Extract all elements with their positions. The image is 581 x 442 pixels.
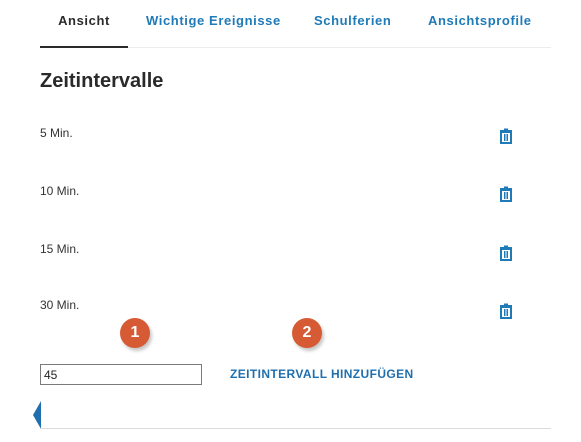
tab-schulferien[interactable]: Schulferien [314,13,391,48]
tab-ansicht[interactable]: Ansicht [40,13,128,48]
add-interval-button[interactable]: ZEITINTERVALL HINZUFÜGEN [230,367,414,381]
delete-interval-button[interactable] [498,303,514,319]
trash-icon [498,128,514,144]
delete-interval-button[interactable] [498,128,514,144]
settings-panel: Ansicht Wichtige Ereignisse Schulferien … [0,0,581,442]
section-title: Zeitintervalle [40,70,164,92]
chevron-left-icon[interactable] [33,401,41,429]
tab-bar: Ansicht Wichtige Ereignisse Schulferien … [40,0,551,48]
tab-ansichtsprofile[interactable]: Ansichtsprofile [428,13,532,48]
trash-icon [498,186,514,202]
trash-icon [498,303,514,319]
tab-wichtige-ereignisse[interactable]: Wichtige Ereignisse [146,13,281,48]
delete-interval-button[interactable] [498,245,514,261]
interval-label: 10 Min. [40,184,80,198]
delete-interval-button[interactable] [498,186,514,202]
interval-label: 15 Min. [40,242,80,256]
step-marker-2: 2 [292,318,322,348]
interval-label: 5 Min. [40,126,73,140]
interval-label: 30 Min. [40,298,80,312]
trash-icon [498,245,514,261]
step-marker-1: 1 [120,318,150,348]
divider [40,428,551,429]
interval-input[interactable] [40,364,202,385]
